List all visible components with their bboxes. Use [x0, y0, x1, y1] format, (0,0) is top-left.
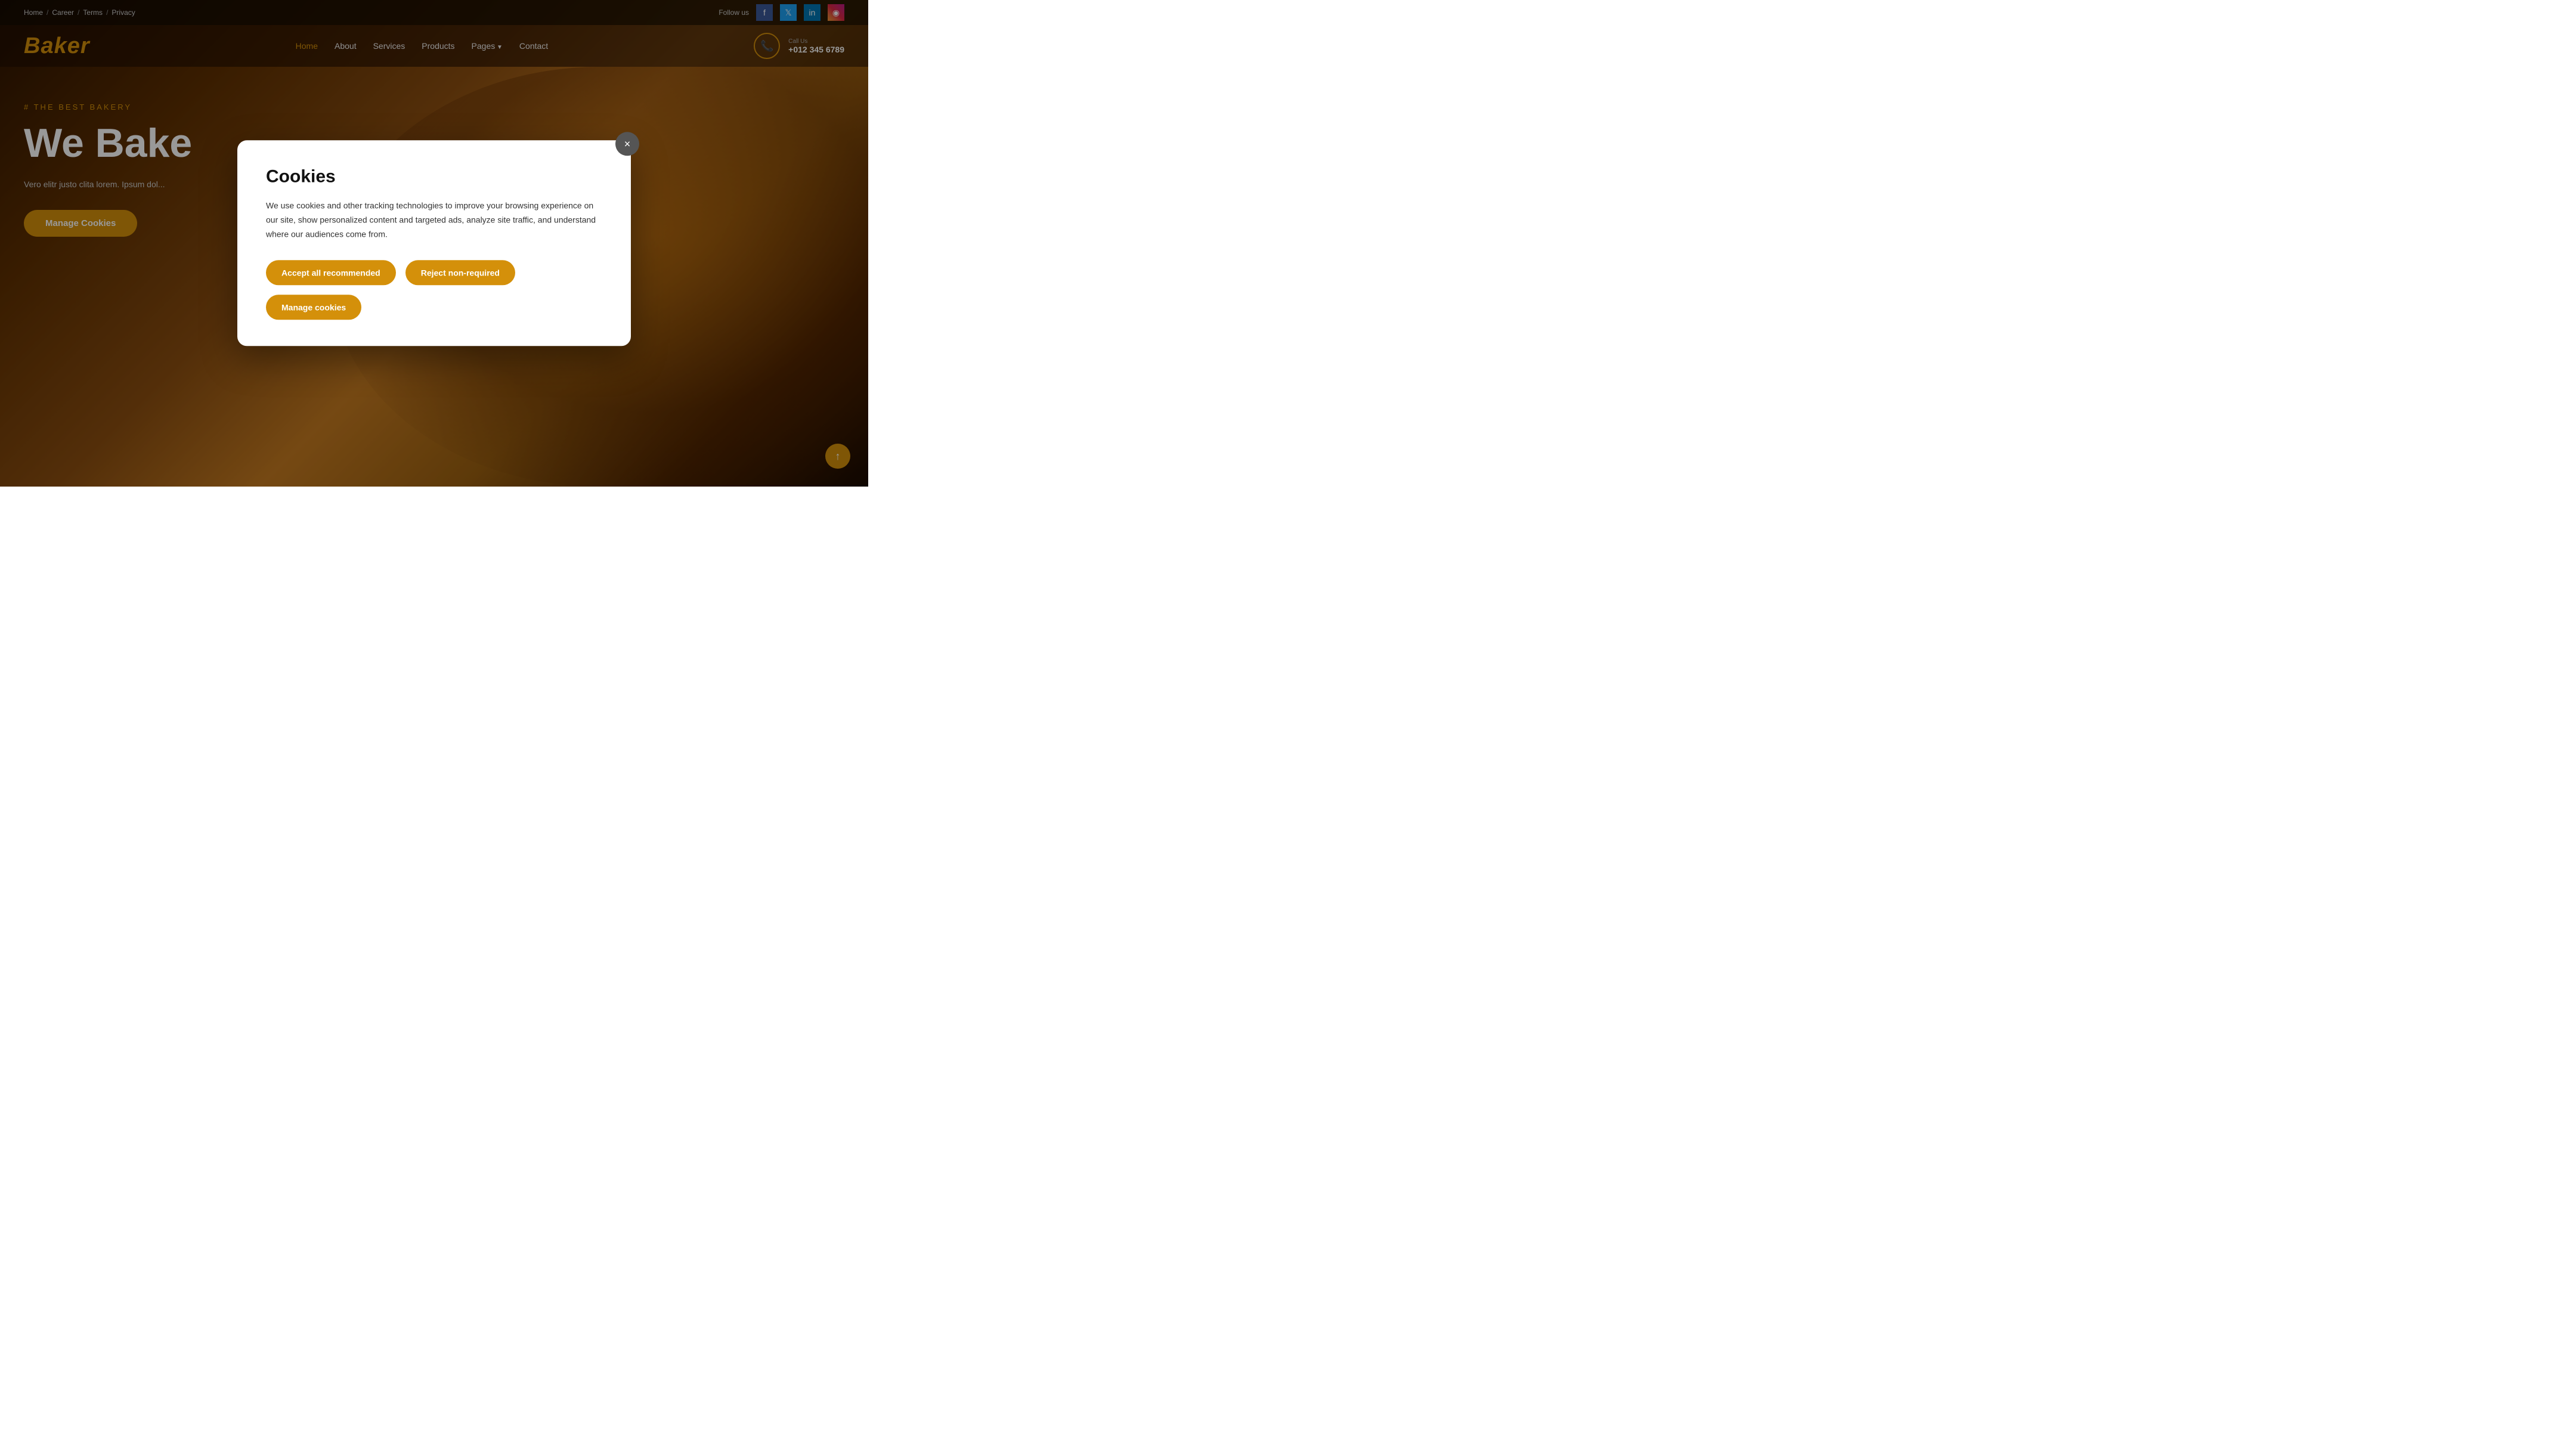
cookie-modal: × Cookies We use cookies and other track…	[237, 140, 631, 346]
cookie-modal-title: Cookies	[266, 166, 602, 187]
accept-all-recommended-button[interactable]: Accept all recommended	[266, 261, 396, 286]
manage-cookies-button[interactable]: Manage cookies	[266, 295, 361, 320]
cookie-modal-buttons: Accept all recommended Reject non-requir…	[266, 261, 602, 320]
cookie-close-button[interactable]: ×	[615, 132, 639, 156]
cookie-modal-text: We use cookies and other tracking techno…	[266, 199, 602, 241]
reject-non-required-button[interactable]: Reject non-required	[405, 261, 515, 286]
